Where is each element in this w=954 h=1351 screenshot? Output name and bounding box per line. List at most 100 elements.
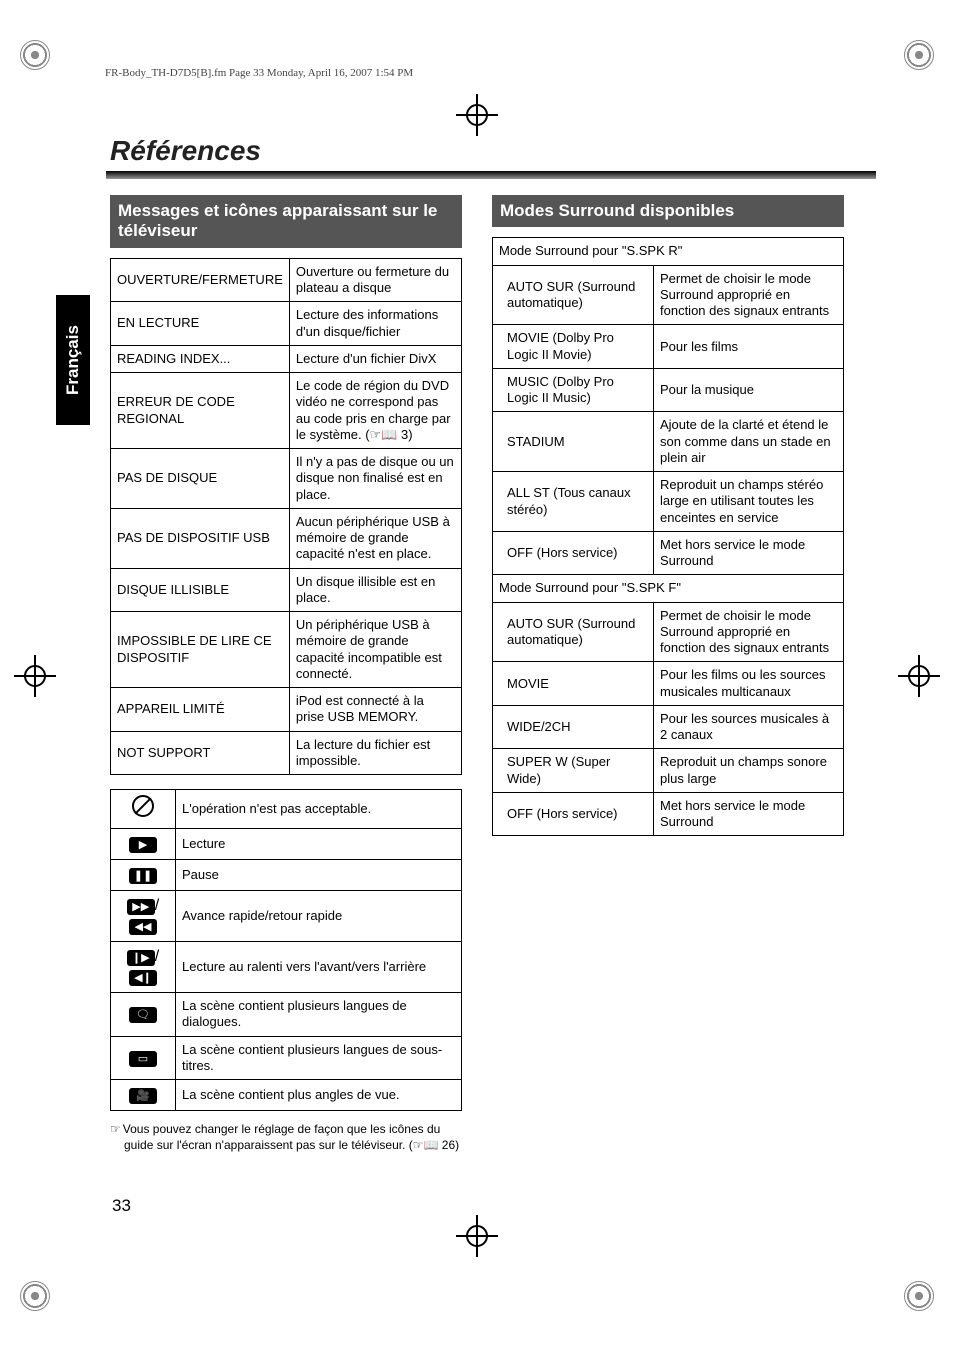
surround-desc: Pour les films [654,325,844,369]
surround-group-header: Mode Surround pour "S.SPK F" [493,575,844,602]
msg-desc: Lecture d'un fichier DivX [289,345,461,372]
msg-key: ERREUR DE CODE REGIONAL [111,373,290,449]
msg-desc: Lecture des informations d'un disque/fic… [289,302,461,346]
table-row: WIDE/2CHPour les sources musicales à 2 c… [493,705,844,749]
icons-table: L'opération n'est pas acceptable. ▶ Lect… [110,789,462,1111]
icon-desc: La scène contient plus angles de vue. [176,1080,462,1111]
crop-mark-tl [20,40,50,70]
angle-icon: 🎥 [111,1080,176,1111]
msg-desc: iPod est connecté à la prise USB MEMORY. [289,688,461,732]
table-row: PAS DE DISPOSITIF USBAucun périphérique … [111,508,462,568]
msg-key: PAS DE DISPOSITIF USB [111,508,290,568]
footnote: Vous pouvez changer le réglage de façon … [123,1122,459,1152]
table-row: ▭ La scène contient plusieurs langues de… [111,1036,462,1080]
table-row: AUTO SUR (Surround automatique)Permet de… [493,602,844,662]
surround-desc: Reproduit un champs stéréo large en util… [654,472,844,532]
msg-key: OUVERTURE/FERMETURE [111,258,290,302]
audio-lang-icon: 🗨 [111,993,176,1037]
surround-key: SUPER W (Super Wide) [493,749,654,793]
table-row: ALL ST (Tous canaux stéréo)Reproduit un … [493,472,844,532]
table-row: ❙▶/◀❙ Lecture au ralenti vers l'avant/ve… [111,942,462,993]
crop-mark-br [904,1281,934,1311]
table-row: ❚❚ Pause [111,860,462,891]
surround-key: WIDE/2CH [493,705,654,749]
msg-key: NOT SUPPORT [111,731,290,775]
msg-desc: Aucun périphérique USB à mémoire de gran… [289,508,461,568]
page-title: Références [110,135,850,167]
subtitle-icon: ▭ [111,1036,176,1080]
surround-group-header: Mode Surround pour "S.SPK R" [493,238,844,265]
surround-desc: Pour les films ou les sources musicales … [654,662,844,706]
pause-icon: ❚❚ [111,860,176,891]
table-row: ▶▶/◀◀ Avance rapide/retour rapide [111,891,462,942]
table-row: MUSIC (Dolby Pro Logic II Music)Pour la … [493,368,844,412]
table-row: AUTO SUR (Surround automatique)Permet de… [493,265,844,325]
table-row: NOT SUPPORTLa lecture du fichier est imp… [111,731,462,775]
surround-desc: Met hors service le mode Surround [654,792,844,836]
msg-key: PAS DE DISQUE [111,449,290,509]
surround-key: MUSIC (Dolby Pro Logic II Music) [493,368,654,412]
table-row: SUPER W (Super Wide)Reproduit un champs … [493,749,844,793]
reg-mark-left [20,661,50,691]
icon-desc: L'opération n'est pas acceptable. [176,790,462,829]
table-row: APPAREIL LIMITÉiPod est connecté à la pr… [111,688,462,732]
surround-desc: Met hors service le mode Surround [654,531,844,575]
play-icon: ▶ [111,829,176,860]
table-row: PAS DE DISQUEIl n'y a pas de disque ou u… [111,449,462,509]
icon-desc: Avance rapide/retour rapide [176,891,462,942]
icon-desc: Lecture [176,829,462,860]
msg-desc: Un disque illisible est en place. [289,568,461,612]
messages-table: OUVERTURE/FERMETUREOuverture ou fermetur… [110,258,462,775]
surround-desc: Ajoute de la clarté et étend le son comm… [654,412,844,472]
msg-key: DISQUE ILLISIBLE [111,568,290,612]
icon-desc: La scène contient plusieurs langues de s… [176,1036,462,1080]
surround-desc: Reproduit un champs sonore plus large [654,749,844,793]
surround-key: ALL ST (Tous canaux stéréo) [493,472,654,532]
surround-table: Mode Surround pour "S.SPK R" AUTO SUR (S… [492,237,844,836]
page-number: 33 [112,1196,131,1216]
reg-mark-top [462,100,492,130]
msg-desc: Un périphérique USB à mémoire de grande … [289,612,461,688]
icon-desc: La scène contient plusieurs langues de d… [176,993,462,1037]
surround-key: OFF (Hors service) [493,792,654,836]
surround-key: AUTO SUR (Surround automatique) [493,602,654,662]
msg-key: EN LECTURE [111,302,290,346]
section-header-surround: Modes Surround disponibles [492,195,844,227]
ff-rw-icon: ▶▶/◀◀ [111,891,176,942]
table-row: IMPOSSIBLE DE LIRE CE DISPOSITIFUn périp… [111,612,462,688]
icon-desc: Lecture au ralenti vers l'avant/vers l'a… [176,942,462,993]
surround-key: OFF (Hors service) [493,531,654,575]
footnote-text: Vous pouvez changer le réglage de façon … [110,1121,462,1153]
reg-mark-right [904,661,934,691]
table-row: ▶ Lecture [111,829,462,860]
title-underline [106,171,876,179]
print-header-line: FR-Body_TH-D7D5[B].fm Page 33 Monday, Ap… [105,67,413,79]
surround-desc: Pour les sources musicales à 2 canaux [654,705,844,749]
table-row: ERREUR DE CODE REGIONALLe code de région… [111,373,462,449]
slow-icon: ❙▶/◀❙ [111,942,176,993]
icon-desc: Pause [176,860,462,891]
table-row: OUVERTURE/FERMETUREOuverture ou fermetur… [111,258,462,302]
table-row: 🎥 La scène contient plus angles de vue. [111,1080,462,1111]
surround-key: MOVIE [493,662,654,706]
table-row: READING INDEX...Lecture d'un fichier Div… [111,345,462,372]
section-header-messages: Messages et icônes apparaissant sur le t… [110,195,462,248]
surround-desc: Permet de choisir le mode Surround appro… [654,265,844,325]
msg-desc: Ouverture ou fermeture du plateau a disq… [289,258,461,302]
table-row: STADIUMAjoute de la clarté et étend le s… [493,412,844,472]
crop-mark-bl [20,1281,50,1311]
table-row: OFF (Hors service)Met hors service le mo… [493,531,844,575]
msg-key: READING INDEX... [111,345,290,372]
msg-desc: La lecture du fichier est impossible. [289,731,461,775]
msg-key: IMPOSSIBLE DE LIRE CE DISPOSITIF [111,612,290,688]
msg-desc: Le code de région du DVD vidéo ne corres… [289,373,461,449]
not-acceptable-icon [111,790,176,829]
msg-desc: Il n'y a pas de disque ou un disque non … [289,449,461,509]
table-row: OFF (Hors service)Met hors service le mo… [493,792,844,836]
surround-key: AUTO SUR (Surround automatique) [493,265,654,325]
surround-key: MOVIE (Dolby Pro Logic II Movie) [493,325,654,369]
msg-key: APPAREIL LIMITÉ [111,688,290,732]
surround-desc: Permet de choisir le mode Surround appro… [654,602,844,662]
language-tab: Français [56,295,90,425]
table-row: MOVIEPour les films ou les sources music… [493,662,844,706]
